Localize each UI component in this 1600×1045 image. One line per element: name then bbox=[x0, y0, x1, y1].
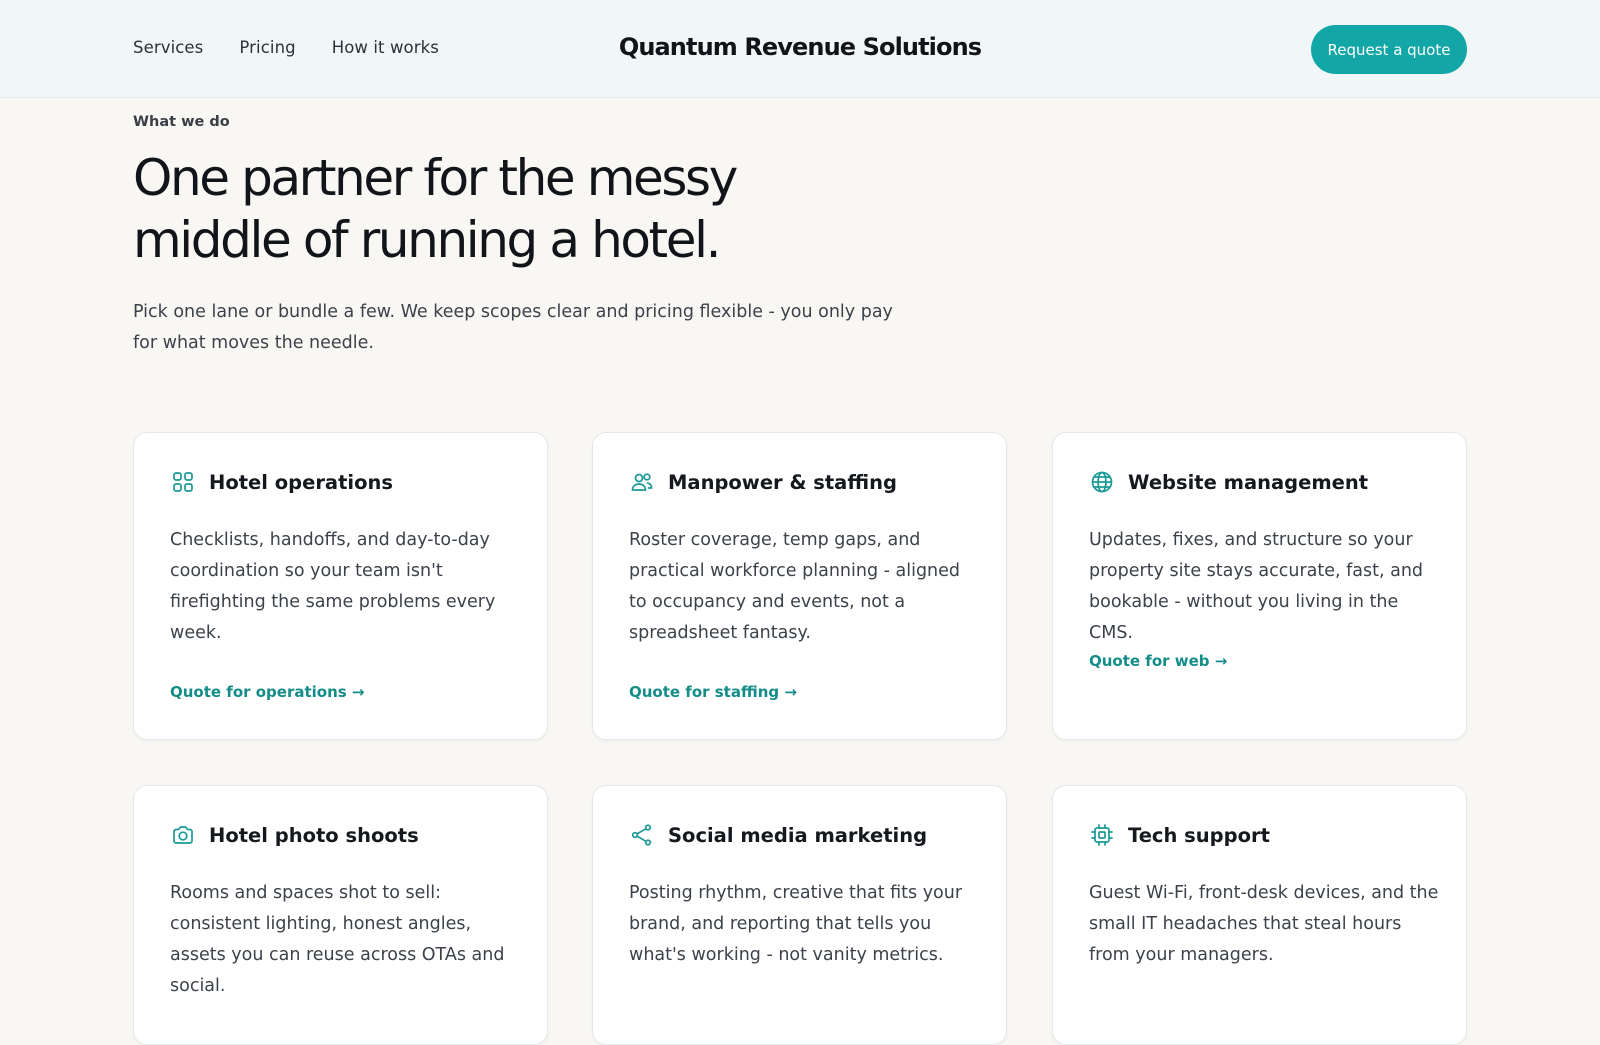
hero-description: Pick one lane or bundle a few. We keep s… bbox=[133, 302, 893, 353]
page-headline: One partner for the messy middle of runn… bbox=[133, 147, 853, 271]
headline-line-1: One partner for the messy bbox=[133, 149, 738, 207]
card-description: Updates, fixes, and structure so your pr… bbox=[1089, 530, 1424, 643]
card-description: Posting rhythm, creative that fits your … bbox=[629, 883, 963, 965]
card-title: Hotel photo shoots bbox=[209, 823, 419, 847]
card-title: Manpower & staffing bbox=[668, 470, 897, 494]
service-card-social: Social media marketing Posting rhythm, c… bbox=[592, 785, 1007, 1045]
users-icon bbox=[629, 469, 655, 495]
site-header: Services Pricing How it works Quantum Re… bbox=[0, 0, 1600, 98]
service-card-photo: Hotel photo shoots Rooms and spaces shot… bbox=[133, 785, 548, 1045]
card-title: Social media marketing bbox=[668, 823, 928, 847]
headline-line-2: middle of running a hotel. bbox=[133, 211, 722, 269]
card-description: Roster coverage, temp gaps, and practica… bbox=[629, 530, 961, 643]
service-card-tech: Tech support Guest Wi-Fi, front-desk dev… bbox=[1052, 785, 1467, 1045]
request-quote-button[interactable]: Request a quote bbox=[1311, 25, 1467, 74]
service-card-web: Website management Updates, fixes, and s… bbox=[1052, 432, 1467, 740]
card-title: Tech support bbox=[1128, 823, 1270, 847]
grid-icon bbox=[170, 469, 196, 495]
cpu-icon bbox=[1089, 822, 1115, 848]
camera-icon bbox=[170, 822, 196, 848]
section-eyebrow: What we do bbox=[133, 114, 230, 130]
service-card-operations: Hotel operations Checklists, handoffs, a… bbox=[133, 432, 548, 740]
card-description: Guest Wi-Fi, front-desk devices, and the… bbox=[1089, 883, 1439, 965]
quote-operations-link[interactable]: Quote for operations → bbox=[170, 683, 365, 701]
quote-staffing-link[interactable]: Quote for staffing → bbox=[629, 683, 797, 701]
card-description: Checklists, handoffs, and day-to-day coo… bbox=[170, 530, 496, 643]
card-description: Rooms and spaces shot to sell: consisten… bbox=[170, 883, 505, 996]
quote-web-link[interactable]: Quote for web → bbox=[1089, 652, 1227, 670]
card-title: Hotel operations bbox=[209, 470, 393, 494]
globe-icon bbox=[1089, 469, 1115, 495]
share-icon bbox=[629, 822, 655, 848]
service-card-staffing: Manpower & staffing Roster coverage, tem… bbox=[592, 432, 1007, 740]
card-title: Website management bbox=[1128, 470, 1369, 494]
